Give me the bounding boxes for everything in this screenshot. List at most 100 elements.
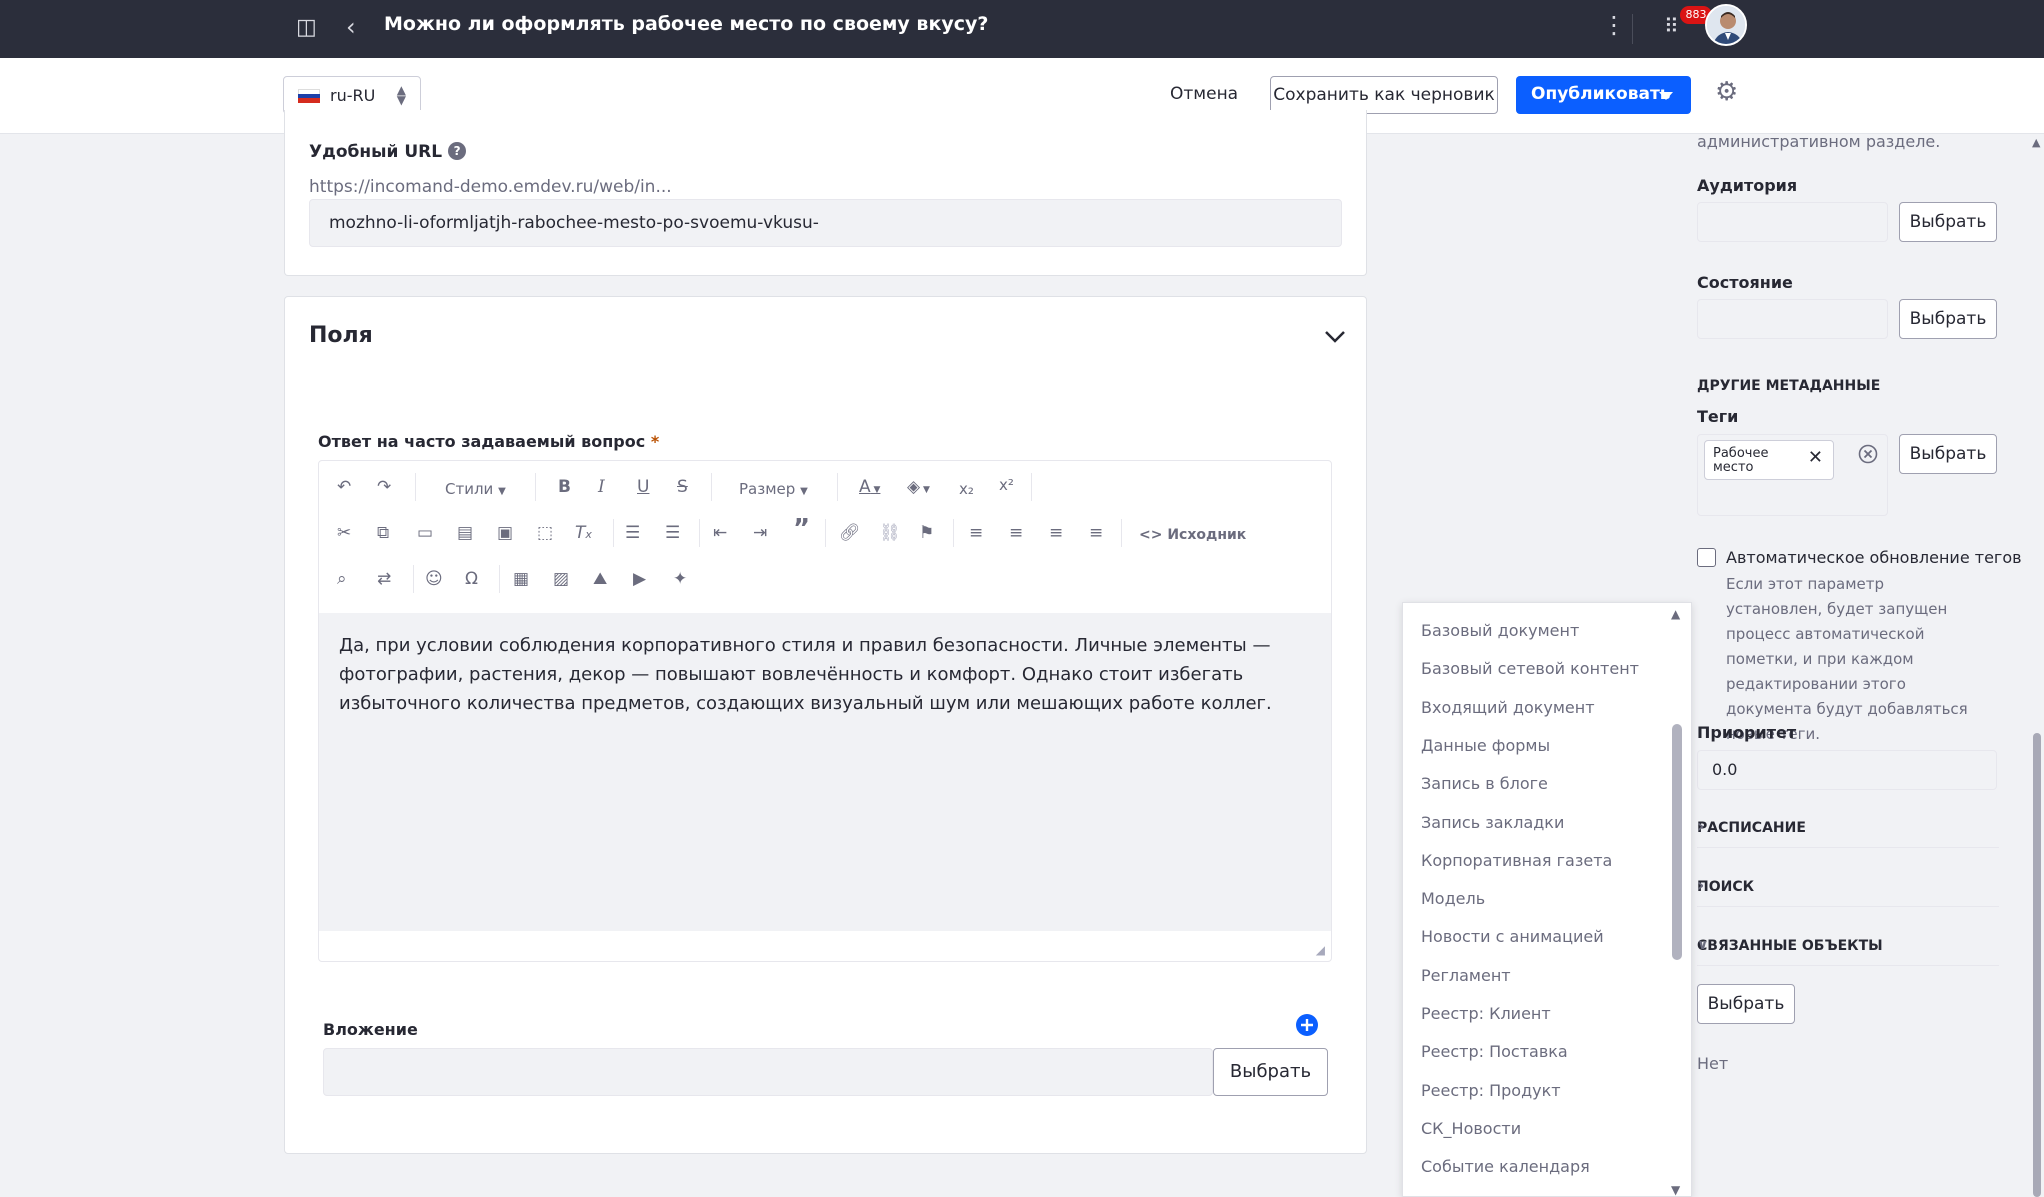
- paste-text-icon[interactable]: ▤: [457, 523, 473, 543]
- dropdown-item[interactable]: Корпоративная газета: [1421, 851, 1612, 870]
- align-justify-icon[interactable]: ≡: [1089, 523, 1103, 543]
- tags-select-button[interactable]: Выбрать: [1899, 434, 1997, 474]
- styles-dropdown[interactable]: Стили ▼: [445, 479, 506, 502]
- locale-value: ru-RU: [330, 86, 376, 105]
- back-arrow-icon[interactable]: ‹: [346, 15, 356, 39]
- image-icon[interactable]: ⛰: [593, 569, 607, 589]
- publish-button[interactable]: Опубликовать: [1516, 76, 1691, 114]
- bulleted-list-icon[interactable]: ☰: [665, 523, 680, 543]
- divider: [1632, 14, 1633, 44]
- audience-select-button[interactable]: Выбрать: [1899, 202, 1997, 242]
- sidebar-toggle-icon[interactable]: ◫: [296, 17, 317, 39]
- select-all-icon[interactable]: ⬚: [537, 523, 553, 543]
- bold-icon[interactable]: B: [558, 477, 571, 497]
- dropdown-scrollbar[interactable]: [1672, 724, 1682, 960]
- indent-icon[interactable]: ⇥: [753, 523, 767, 543]
- remove-format-icon[interactable]: Tx: [575, 523, 592, 545]
- unlink-icon[interactable]: ⛓: [879, 523, 901, 543]
- paste-word-icon[interactable]: ▣: [497, 523, 513, 543]
- collapse-chevron-icon[interactable]: [1324, 330, 1346, 344]
- dropdown-item[interactable]: СК_Новости: [1421, 1119, 1521, 1138]
- schedule-section[interactable]: РАСПИСАНИЕ ›: [1697, 808, 1999, 848]
- strikethrough-icon[interactable]: S: [677, 477, 688, 497]
- align-center-icon[interactable]: ≡: [1009, 523, 1023, 543]
- caret-down-icon[interactable]: [1659, 92, 1673, 100]
- scroll-up-icon[interactable]: ▲: [1671, 607, 1680, 621]
- resize-handle-icon[interactable]: ◢: [1316, 943, 1325, 957]
- cut-icon[interactable]: ✂: [337, 523, 351, 543]
- auto-tags-checkbox[interactable]: [1697, 548, 1716, 567]
- attachment-label: Вложение: [323, 1020, 418, 1039]
- page-scroll-up-icon[interactable]: ▲: [2032, 136, 2040, 149]
- user-avatar[interactable]: [1705, 4, 1747, 46]
- outdent-icon[interactable]: ⇤: [713, 523, 727, 543]
- priority-input[interactable]: 0.0: [1697, 750, 1997, 790]
- save-draft-button[interactable]: Сохранить как черновик: [1270, 76, 1498, 114]
- size-dropdown[interactable]: Размер ▼: [739, 479, 808, 502]
- tags-label: Теги: [1697, 407, 1739, 426]
- related-select-button[interactable]: Выбрать: [1697, 984, 1795, 1024]
- attachment-select-button[interactable]: Выбрать: [1213, 1048, 1328, 1096]
- paste-icon[interactable]: ▭: [417, 523, 433, 543]
- undo-icon[interactable]: ↶: [337, 477, 351, 497]
- dropdown-item[interactable]: Базовый документ: [1421, 621, 1579, 640]
- state-input[interactable]: [1697, 299, 1888, 339]
- dropdown-item[interactable]: Данные формы: [1421, 736, 1550, 755]
- toolbar-separator: [413, 565, 414, 593]
- dropdown-item[interactable]: Реестр: Продукт: [1421, 1081, 1561, 1100]
- ai-sparkle-icon[interactable]: ✦: [673, 569, 687, 589]
- dropdown-item[interactable]: Базовый сетевой контент: [1421, 659, 1639, 678]
- dropdown-item[interactable]: Регламент: [1421, 966, 1511, 985]
- attachment-input[interactable]: [323, 1048, 1213, 1096]
- clear-tags-icon[interactable]: [1858, 444, 1878, 464]
- dropdown-item[interactable]: Запись в блоге: [1421, 774, 1548, 793]
- apps-grid-icon[interactable]: ⠿: [1664, 15, 1679, 37]
- cancel-button[interactable]: Отмена: [1170, 84, 1238, 104]
- dropdown-item[interactable]: Входящий документ: [1421, 698, 1595, 717]
- related-objects-section[interactable]: СВЯЗАННЫЕ ОБЪЕКТЫ ∨: [1697, 926, 1999, 966]
- underline-icon[interactable]: U: [637, 477, 649, 497]
- remove-tag-icon[interactable]: ✕: [1808, 449, 1823, 467]
- italic-icon[interactable]: I: [598, 477, 605, 497]
- sidebar-top-text: административном разделе.: [1697, 132, 1941, 151]
- add-circle-icon[interactable]: [1296, 1014, 1318, 1036]
- subscript-icon[interactable]: x₂: [959, 479, 974, 499]
- source-button[interactable]: <> Исходник: [1139, 525, 1246, 545]
- state-select-button[interactable]: Выбрать: [1899, 299, 1997, 339]
- special-char-icon[interactable]: Ω: [465, 569, 478, 589]
- redo-icon[interactable]: ↷: [377, 477, 391, 497]
- search-section[interactable]: ПОИСК ›: [1697, 867, 1999, 907]
- help-icon[interactable]: ?: [448, 142, 467, 160]
- scroll-down-icon[interactable]: ▼: [1671, 1183, 1680, 1196]
- kebab-menu-icon[interactable]: ⋮: [1602, 13, 1626, 37]
- locale-selector[interactable]: ru-RU ▲ ▼: [283, 76, 421, 114]
- link-icon[interactable]: 🔗︎: [839, 523, 861, 543]
- dropdown-item[interactable]: Реестр: Поставка: [1421, 1042, 1568, 1061]
- dropdown-item[interactable]: Событие календаря: [1421, 1157, 1590, 1176]
- blockquote-icon[interactable]: ”: [793, 516, 810, 542]
- dropdown-item[interactable]: Запись закладки: [1421, 813, 1564, 832]
- find-replace-icon[interactable]: ⇄: [377, 569, 391, 589]
- dropdown-item[interactable]: Модель: [1421, 889, 1485, 908]
- copy-icon[interactable]: ⧉: [377, 523, 389, 543]
- url-slug-input[interactable]: mozhno-li-oformljatjh-rabochee-mesto-po-…: [309, 199, 1342, 247]
- align-left-icon[interactable]: ≡: [969, 523, 983, 543]
- page-scrollbar[interactable]: [2033, 733, 2041, 1197]
- image-gallery-icon[interactable]: ▨: [553, 569, 569, 589]
- dropdown-caret-icon: ▼: [498, 486, 506, 497]
- editor-content-area[interactable]: Да, при условии соблюдения корпоративног…: [319, 613, 1331, 931]
- emoji-icon[interactable]: ☺: [425, 569, 443, 589]
- background-color-icon[interactable]: ◈ ▼: [907, 477, 930, 500]
- gear-icon[interactable]: ⚙: [1715, 79, 1738, 105]
- text-color-icon[interactable]: A ▼: [859, 477, 880, 500]
- align-right-icon[interactable]: ≡: [1049, 523, 1063, 543]
- search-icon[interactable]: ⌕: [337, 569, 347, 589]
- numbered-list-icon[interactable]: ☰: [625, 523, 640, 543]
- video-icon[interactable]: ▶: [633, 569, 646, 589]
- audience-input[interactable]: [1697, 202, 1888, 242]
- dropdown-item[interactable]: Реестр: Клиент: [1421, 1004, 1551, 1023]
- superscript-icon[interactable]: x²: [999, 475, 1014, 495]
- table-icon[interactable]: ▦: [513, 569, 529, 589]
- dropdown-item[interactable]: Новости с анимацией: [1421, 927, 1604, 946]
- anchor-flag-icon[interactable]: ⚑: [919, 523, 934, 543]
